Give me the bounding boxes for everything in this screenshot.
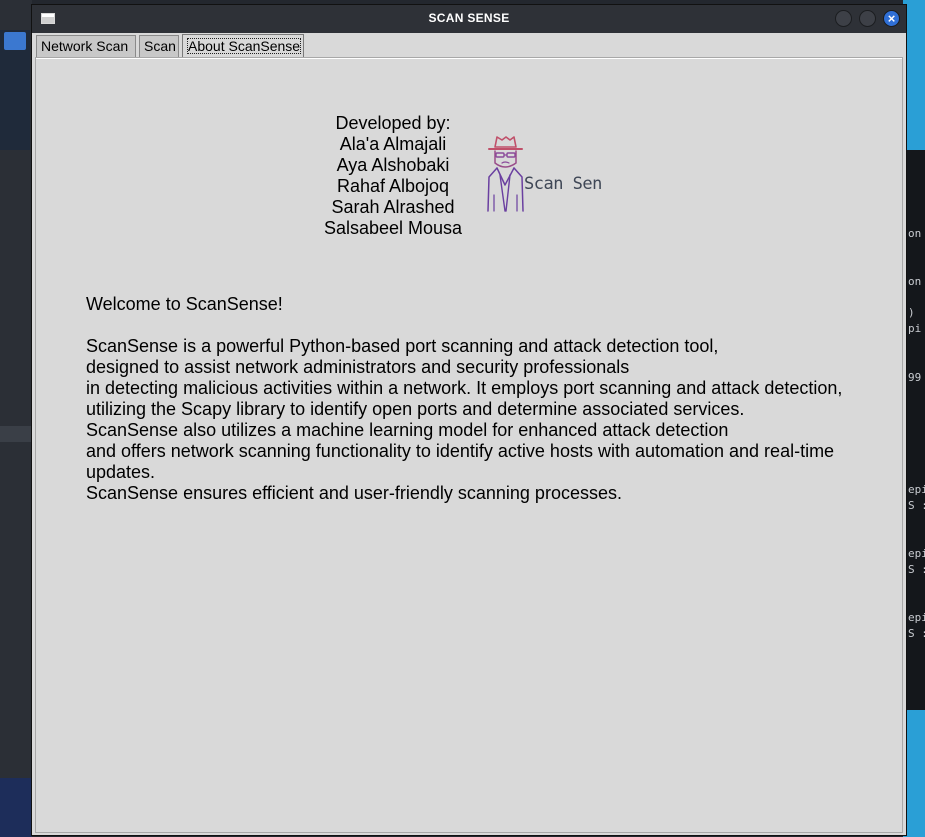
developer-name: Salsabeel Mousa [323, 218, 463, 238]
description-line: updates. [86, 462, 156, 482]
terminal-line: on [908, 227, 922, 240]
description-line: in detecting malicious activities within… [86, 378, 843, 398]
description-line: utilizing the Scapy library to identify … [86, 399, 745, 419]
terminal-line: epi [908, 611, 925, 624]
terminal-line: epi [908, 483, 925, 496]
scansense-logo: Scan Sense [487, 136, 602, 212]
terminal-line: epi [908, 547, 925, 560]
description-line: ScanSense ensures efficient and user-fri… [86, 483, 622, 503]
tab-label: About ScanSense [187, 38, 302, 54]
desktop-left-strip [0, 0, 32, 837]
close-button[interactable]: × [883, 10, 900, 27]
developer-name: Rahaf Albojoq [336, 176, 450, 196]
developer-name: Sarah Alrashed [331, 197, 455, 217]
spy-icon [487, 136, 524, 212]
terminal-line: ) [908, 306, 915, 319]
scansense-window: SCAN SENSE × Network Scan Scan About Sca… [31, 4, 907, 836]
title-bar[interactable]: SCAN SENSE × [32, 5, 906, 33]
description-line: and offers network scanning functionalit… [86, 441, 835, 461]
minimize-button[interactable] [835, 10, 852, 27]
about-text: Welcome to ScanSense! ScanSense is a pow… [86, 294, 842, 504]
desktop-highlight [0, 426, 32, 442]
tab-network-scan[interactable]: Network Scan [36, 35, 136, 57]
about-panel: Developed by: Ala'a Almajali Aya Alshoba… [35, 57, 903, 833]
welcome-heading: Welcome to ScanSense! [86, 294, 283, 314]
desktop-app-icon[interactable] [4, 32, 26, 50]
logo-text: Scan Sense [524, 174, 602, 194]
terminal-line: S : [908, 563, 925, 576]
developer-name: Ala'a Almajali [339, 134, 447, 154]
terminal-line: S : [908, 627, 925, 640]
developer-name: Aya Alshobaki [336, 155, 450, 175]
description-line: designed to assist network administrator… [86, 357, 630, 377]
taskbar-segment [0, 778, 32, 837]
window-title: SCAN SENSE [428, 11, 510, 25]
description-line: ScanSense also utilizes a machine learni… [86, 420, 729, 440]
tab-about-scansense[interactable]: About ScanSense [182, 34, 304, 58]
terminal-line: on [908, 275, 922, 288]
terminal-line: 99 [908, 371, 922, 384]
terminal-line: S : [908, 499, 925, 512]
terminal-line: pi [908, 322, 922, 335]
description-line: ScanSense is a powerful Python-based por… [86, 336, 719, 356]
maximize-button[interactable] [859, 10, 876, 27]
developed-by-label: Developed by: [335, 113, 451, 133]
developers-block: Developed by: Ala'a Almajali Aya Alshoba… [304, 113, 482, 239]
close-icon: × [887, 11, 896, 26]
tab-scan[interactable]: Scan [139, 35, 179, 57]
